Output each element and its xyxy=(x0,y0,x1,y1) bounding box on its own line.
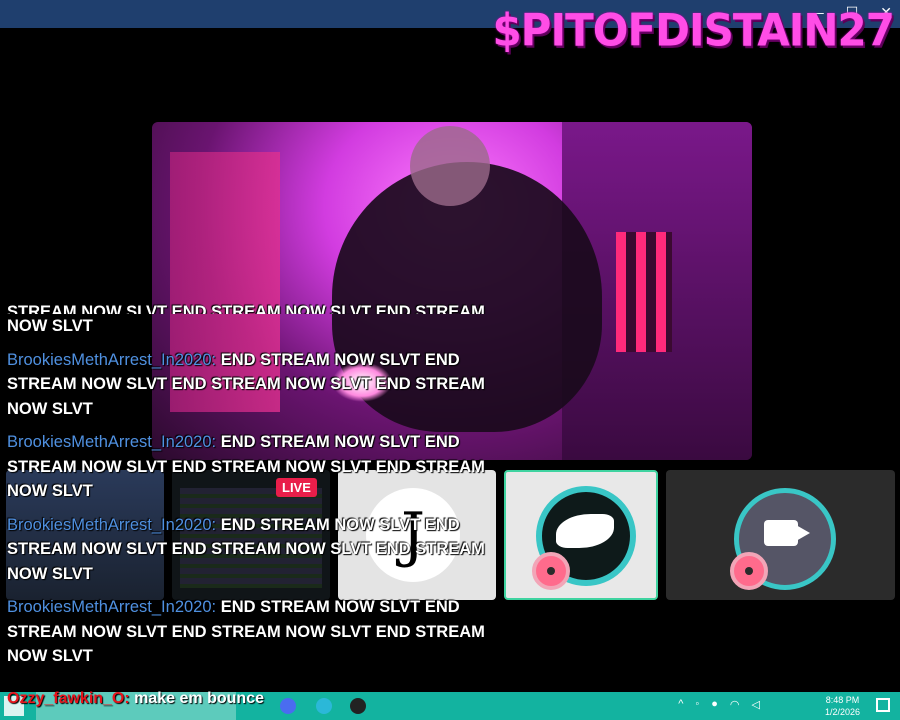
tile-shark[interactable] xyxy=(504,470,658,600)
wifi-icon[interactable]: ◠ xyxy=(730,698,740,711)
chevron-up-icon[interactable]: ^ xyxy=(678,698,683,711)
video-head xyxy=(410,126,490,206)
taskbar-clock[interactable]: 8:48 PM 1/2/2026 xyxy=(825,694,860,718)
chat-message: BrookiesMethArrest_In2020: END STREAM NO… xyxy=(7,348,527,422)
network-icon[interactable]: ◦ xyxy=(695,698,699,711)
donut-icon xyxy=(532,552,570,590)
tile-camera[interactable] xyxy=(666,470,895,600)
chat-username[interactable]: BrookiesMethArrest_In2020: xyxy=(7,516,216,534)
clock-date: 1/2/2026 xyxy=(824,707,860,717)
chat-message: BrookiesMethArrest_In2020: END STREAM NO… xyxy=(7,430,527,504)
notification-icon[interactable] xyxy=(876,698,890,712)
chat-partial-line: STREAM NOW SLVT END STREAM NOW SLVT END … xyxy=(7,300,527,339)
chat-overlay: STREAM NOW SLVT END STREAM NOW SLVT END … xyxy=(7,300,527,678)
chat-message: BrookiesMethArrest_In2020: END STREAM NO… xyxy=(7,513,527,587)
edge-icon[interactable] xyxy=(316,698,332,714)
donut-icon xyxy=(730,552,768,590)
microphone-icon[interactable]: ● xyxy=(711,698,718,711)
volume-icon[interactable]: ◁ xyxy=(752,698,760,711)
camera-icon xyxy=(764,520,810,546)
chat-username[interactable]: Ozzy_fawkin_O: xyxy=(7,690,130,707)
channel-name-overlay: $PITOFDISTAIN27 xyxy=(492,4,895,57)
clock-time: 8:48 PM xyxy=(825,695,860,705)
obs-icon[interactable] xyxy=(350,698,366,714)
chat-username[interactable]: BrookiesMethArrest_In2020: xyxy=(7,598,216,616)
app-icon[interactable] xyxy=(280,698,296,714)
video-flag xyxy=(616,232,672,352)
system-tray: ^ ◦ ● ◠ ◁ xyxy=(678,698,760,711)
chat-username[interactable]: BrookiesMethArrest_In2020: xyxy=(7,433,216,451)
chat-message: BrookiesMethArrest_In2020: END STREAM NO… xyxy=(7,595,527,669)
chat-text: make em bounce xyxy=(134,690,264,707)
shark-fin xyxy=(556,514,614,548)
chat-partial-line-2: NOW SLVT xyxy=(7,317,93,335)
chat-message-latest: Ozzy_fawkin_O: make em bounce xyxy=(7,690,264,708)
chat-partial-line-1: STREAM NOW SLVT END STREAM NOW SLVT END … xyxy=(7,303,485,314)
chat-username[interactable]: BrookiesMethArrest_In2020: xyxy=(7,351,216,369)
